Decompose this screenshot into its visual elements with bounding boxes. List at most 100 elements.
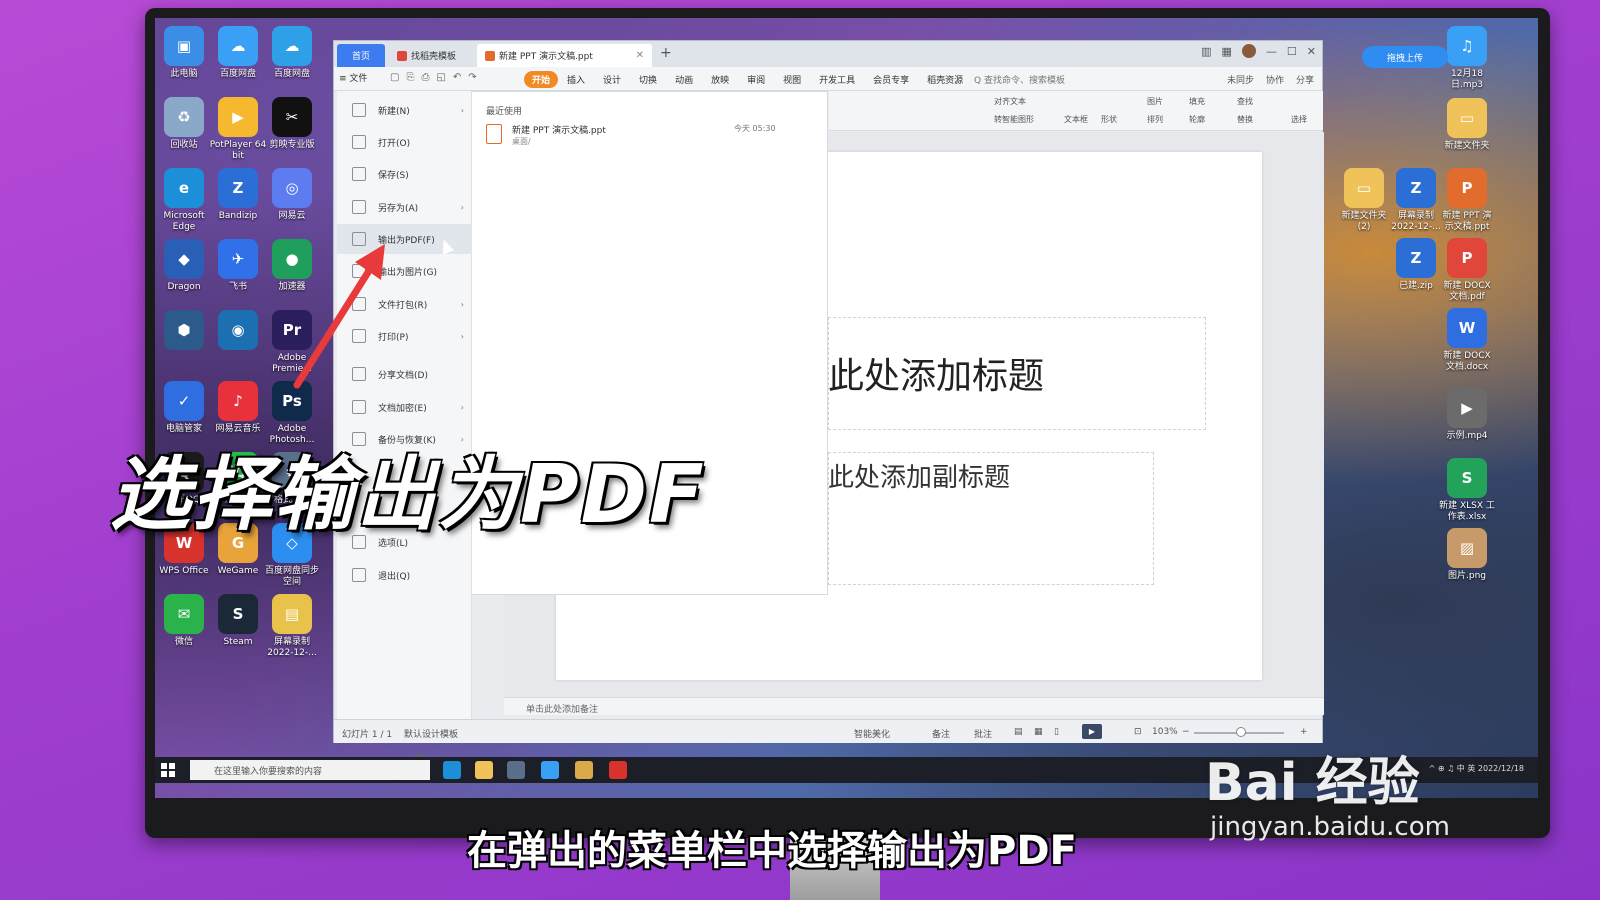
desktop-icon[interactable]: ☁ 百度网盘 bbox=[209, 26, 267, 80]
ribbon-tab[interactable]: 设计 bbox=[594, 73, 630, 86]
ribbon-tab[interactable]: 稻壳资源 bbox=[918, 73, 972, 86]
taskbar-search-input[interactable]: 在这里输入你要搜索的内容 bbox=[190, 760, 430, 780]
outline-button[interactable]: 轮廓 bbox=[1189, 114, 1205, 125]
command-search[interactable]: Q 查找命令、搜索模板 bbox=[974, 73, 1065, 86]
design-template[interactable]: 默认设计模板 bbox=[404, 727, 458, 740]
folder-taskbar-icon[interactable] bbox=[575, 761, 593, 779]
desktop-icon[interactable]: ⬢ bbox=[155, 310, 213, 353]
tab-home[interactable]: 首页 bbox=[337, 44, 385, 67]
smartart-button[interactable]: 转智能图形 bbox=[994, 114, 1034, 125]
layout-icon[interactable]: ▥ bbox=[1201, 45, 1211, 58]
zoom-slider-handle[interactable] bbox=[1236, 727, 1246, 737]
find-button[interactable]: 查找 bbox=[1237, 96, 1253, 107]
desktop-icon[interactable]: ▤ 屏幕录制 2022-12-... bbox=[263, 594, 321, 659]
ribbon-tab[interactable]: 开发工具 bbox=[810, 73, 864, 86]
desktop-icon[interactable]: ▣ 此电脑 bbox=[155, 26, 213, 80]
notes-pane[interactable]: 单击此处添加备注 bbox=[504, 697, 1324, 715]
windows-start-icon[interactable] bbox=[161, 763, 175, 777]
comments-toggle[interactable]: 批注 bbox=[974, 727, 992, 740]
replace-button[interactable]: 替换 bbox=[1237, 114, 1253, 125]
preview-icon[interactable]: ◱ bbox=[436, 72, 445, 83]
file-menu-item[interactable]: 打开(O) bbox=[337, 127, 472, 157]
arrange-button[interactable]: 排列 bbox=[1147, 114, 1163, 125]
desktop-icon[interactable]: Z 屏幕录制 2022-12-... bbox=[1387, 168, 1445, 233]
desktop-icon[interactable]: ▶ PotPlayer 64 bit bbox=[209, 97, 267, 162]
undo-icon[interactable]: ↶ bbox=[453, 72, 461, 83]
baidu-netdisk-taskbar-icon[interactable] bbox=[541, 761, 559, 779]
file-menu-button[interactable]: ≡ 文件 bbox=[339, 71, 367, 84]
desktop-icon[interactable]: ▶ 示例.mp4 bbox=[1438, 388, 1496, 442]
desktop-icon[interactable]: ✂ 剪映专业版 bbox=[263, 97, 321, 151]
play-slideshow-button[interactable]: ▶ bbox=[1082, 724, 1102, 739]
avatar[interactable] bbox=[1241, 44, 1256, 58]
zoom-out-icon[interactable]: − bbox=[1182, 727, 1190, 737]
tab-document[interactable]: 新建 PPT 演示文稿.ppt ✕ bbox=[477, 44, 652, 67]
normal-view-icon[interactable]: ▤ bbox=[1014, 727, 1023, 737]
explorer-taskbar-icon[interactable] bbox=[475, 761, 493, 779]
desktop-icon[interactable]: e Microsoft Edge bbox=[155, 168, 213, 233]
desktop-icon[interactable]: S 新建 XLSX 工作表.xlsx bbox=[1438, 458, 1496, 523]
grid-icon[interactable]: ▦ bbox=[1222, 45, 1232, 58]
ribbon-tab[interactable]: 动画 bbox=[666, 73, 702, 86]
cloud-upload-button[interactable]: 拖拽上传 bbox=[1362, 46, 1448, 68]
align-text-button[interactable]: 对齐文本 bbox=[994, 96, 1026, 107]
desktop-icon[interactable]: ◎ 网易云 bbox=[263, 168, 321, 222]
picture-button[interactable]: 图片 bbox=[1147, 96, 1163, 107]
file-menu-item[interactable]: 新建(N) › bbox=[337, 95, 472, 125]
minimize-icon[interactable]: — bbox=[1266, 45, 1277, 58]
ribbon-tab[interactable]: 开始 bbox=[524, 70, 559, 88]
recent-file-item[interactable]: 新建 PPT 演示文稿.ppt 桌面/ 今天 05:30 bbox=[486, 122, 806, 148]
tab-template[interactable]: 找稻壳模板 bbox=[389, 44, 471, 67]
file-menu-item[interactable]: 另存为(A) › bbox=[337, 192, 472, 222]
print-icon[interactable]: ⎙ bbox=[421, 72, 429, 83]
desktop-icon[interactable]: ▨ 图片.png bbox=[1438, 528, 1496, 582]
desktop-icon[interactable]: ♪ 网易云音乐 bbox=[209, 381, 267, 435]
desktop-icon[interactable]: Z Bandizip bbox=[209, 168, 267, 222]
smart-beautify-button[interactable]: 智能美化 bbox=[854, 727, 890, 740]
desktop-icon[interactable]: ◉ bbox=[209, 310, 267, 353]
export-icon[interactable]: ⎘ bbox=[406, 72, 414, 83]
ribbon-action[interactable]: 分享 bbox=[1296, 73, 1314, 86]
maximize-icon[interactable]: ☐ bbox=[1287, 45, 1297, 58]
reading-view-icon[interactable]: ▯ bbox=[1054, 727, 1059, 737]
close-tab-icon[interactable]: ✕ bbox=[636, 50, 644, 61]
redo-icon[interactable]: ↷ bbox=[468, 72, 476, 83]
file-menu-item[interactable]: 退出(Q) bbox=[337, 560, 472, 590]
file-menu-item[interactable]: 保存(S) bbox=[337, 159, 472, 189]
fill-button[interactable]: 填充 bbox=[1189, 96, 1205, 107]
ribbon-action[interactable]: 协作 bbox=[1266, 73, 1284, 86]
ribbon-tab[interactable]: 切换 bbox=[630, 73, 666, 86]
save-icon[interactable]: ▢ bbox=[390, 72, 399, 83]
close-window-icon[interactable]: ✕ bbox=[1307, 45, 1316, 58]
ribbon-tab[interactable]: 审阅 bbox=[738, 73, 774, 86]
desktop-icon[interactable]: ✈ 飞书 bbox=[209, 239, 267, 293]
ribbon-tab[interactable]: 插入 bbox=[558, 73, 594, 86]
desktop-icon[interactable]: P 新建 PPT 演示文稿.ppt bbox=[1438, 168, 1496, 233]
textbox-button[interactable]: 文本框 bbox=[1064, 114, 1088, 125]
sorter-view-icon[interactable]: ▦ bbox=[1034, 727, 1043, 737]
edge-taskbar-icon[interactable] bbox=[443, 761, 461, 779]
desktop-icon[interactable]: ◆ Dragon bbox=[155, 239, 213, 293]
desktop-icon[interactable]: ▭ 新建文件夹 (2) bbox=[1335, 168, 1393, 233]
shape-button[interactable]: 形状 bbox=[1101, 114, 1117, 125]
desktop-icon[interactable]: ☁ 百度网盘 bbox=[263, 26, 321, 80]
desktop-icon[interactable]: S Steam bbox=[209, 594, 267, 648]
desktop-icon[interactable]: ✓ 电脑管家 bbox=[155, 381, 213, 435]
ribbon-tab[interactable]: 视图 bbox=[774, 73, 810, 86]
select-button[interactable]: 选择 bbox=[1291, 114, 1307, 125]
ribbon-action[interactable]: 未同步 bbox=[1227, 73, 1254, 86]
desktop-icon[interactable]: ▭ 新建文件夹 bbox=[1438, 98, 1496, 152]
ribbon-tab[interactable]: 放映 bbox=[702, 73, 738, 86]
zoom-in-icon[interactable]: + bbox=[1300, 727, 1308, 737]
ribbon-tab[interactable]: 会员专享 bbox=[864, 73, 918, 86]
new-tab-button[interactable]: + bbox=[660, 45, 672, 61]
fit-icon[interactable]: ⊡ bbox=[1134, 727, 1142, 737]
desktop-icon[interactable]: ♻ 回收站 bbox=[155, 97, 213, 151]
desktop-icon[interactable]: P 新建 DOCX 文档.pdf bbox=[1438, 238, 1496, 303]
notes-toggle[interactable]: 备注 bbox=[932, 727, 950, 740]
file-menu-item[interactable]: 文档加密(E) › bbox=[337, 392, 472, 422]
desktop-icon[interactable]: ✉ 微信 bbox=[155, 594, 213, 648]
wps-taskbar-icon[interactable] bbox=[609, 761, 627, 779]
desktop-icon[interactable]: Z 已建.zip bbox=[1387, 238, 1445, 292]
app-taskbar-icon[interactable] bbox=[507, 761, 525, 779]
